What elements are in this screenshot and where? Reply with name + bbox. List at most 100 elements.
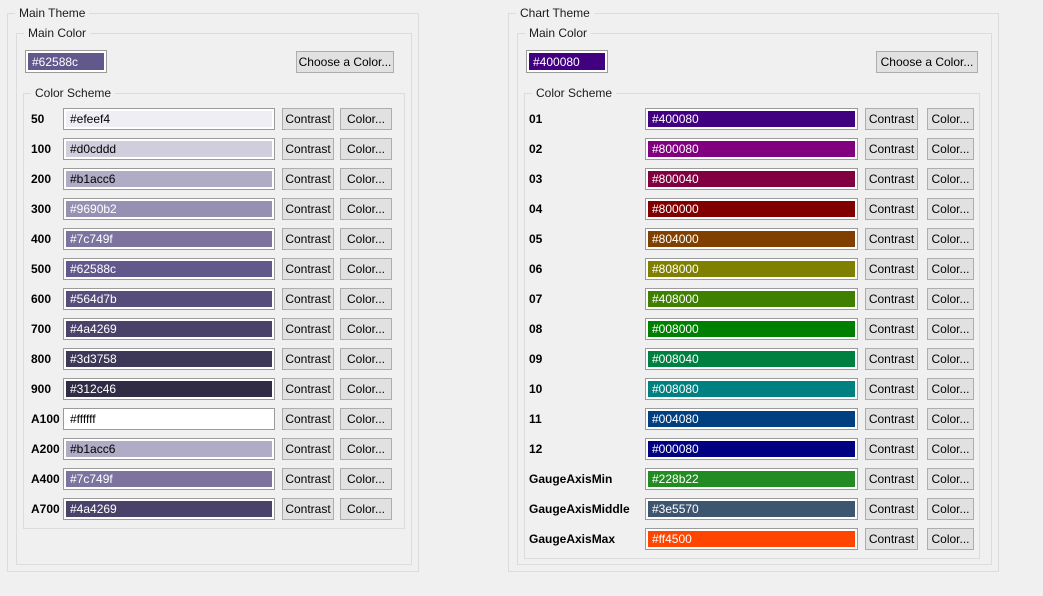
contrast-button[interactable]: Contrast	[865, 378, 918, 400]
color-button[interactable]: Color...	[340, 138, 392, 160]
color-button[interactable]: Color...	[340, 468, 392, 490]
color-button[interactable]: Color...	[927, 108, 974, 130]
color-button[interactable]: Color...	[340, 198, 392, 220]
color-button[interactable]: Color...	[340, 288, 392, 310]
color-button[interactable]: Color...	[927, 348, 974, 370]
contrast-button[interactable]: Contrast	[865, 228, 918, 250]
color-button[interactable]: Color...	[340, 258, 392, 280]
contrast-button[interactable]: Contrast	[282, 228, 334, 250]
contrast-button[interactable]: Contrast	[282, 378, 334, 400]
color-value-field[interactable]: #b1acc6	[63, 438, 275, 460]
color-value-field[interactable]: #400080	[645, 108, 858, 130]
color-value-field[interactable]: #800040	[645, 168, 858, 190]
color-button[interactable]: Color...	[927, 228, 974, 250]
color-button[interactable]: Color...	[340, 168, 392, 190]
contrast-button[interactable]: Contrast	[282, 438, 334, 460]
color-value-field[interactable]: #564d7b	[63, 288, 275, 310]
color-button[interactable]: Color...	[340, 498, 392, 520]
contrast-button[interactable]: Contrast	[282, 468, 334, 490]
main-color-swatch[interactable]: #400080	[526, 50, 608, 73]
color-button[interactable]: Color...	[340, 438, 392, 460]
contrast-button[interactable]: Contrast	[282, 198, 334, 220]
color-value-field[interactable]: #808000	[645, 258, 858, 280]
color-button[interactable]: Color...	[927, 198, 974, 220]
color-value-field[interactable]: #800080	[645, 138, 858, 160]
color-value-field[interactable]: #efeef4	[63, 108, 275, 130]
color-value-field[interactable]: #b1acc6	[63, 168, 275, 190]
scheme-row-label: 04	[529, 198, 645, 220]
color-button[interactable]: Color...	[927, 408, 974, 430]
contrast-button[interactable]: Contrast	[865, 528, 918, 550]
contrast-button[interactable]: Contrast	[865, 318, 918, 340]
contrast-button[interactable]: Contrast	[865, 108, 918, 130]
contrast-button[interactable]: Contrast	[282, 348, 334, 370]
color-button[interactable]: Color...	[927, 528, 974, 550]
contrast-button[interactable]: Contrast	[282, 498, 334, 520]
color-value-field[interactable]: #ff4500	[645, 528, 858, 550]
color-value-field[interactable]: #008040	[645, 348, 858, 370]
color-scheme-rows: 50#efeef4ContrastColor...100#d0cdddContr…	[24, 94, 404, 520]
color-button[interactable]: Color...	[927, 258, 974, 280]
color-button[interactable]: Color...	[340, 378, 392, 400]
color-value-field[interactable]: #008080	[645, 378, 858, 400]
color-button[interactable]: Color...	[340, 348, 392, 370]
contrast-button[interactable]: Contrast	[865, 468, 918, 490]
color-value-field[interactable]: #4a4269	[63, 318, 275, 340]
color-value-field[interactable]: #008000	[645, 318, 858, 340]
color-value-field[interactable]: #312c46	[63, 378, 275, 400]
color-value-field[interactable]: #800000	[645, 198, 858, 220]
color-button[interactable]: Color...	[927, 138, 974, 160]
contrast-button[interactable]: Contrast	[282, 138, 334, 160]
scheme-row-label: 50	[31, 108, 63, 130]
contrast-button[interactable]: Contrast	[282, 258, 334, 280]
color-button[interactable]: Color...	[927, 378, 974, 400]
color-value-field[interactable]: #4a4269	[63, 498, 275, 520]
color-button[interactable]: Color...	[340, 408, 392, 430]
color-value-field[interactable]: #000080	[645, 438, 858, 460]
contrast-button[interactable]: Contrast	[865, 258, 918, 280]
color-value-field[interactable]: #7c749f	[63, 468, 275, 490]
contrast-button[interactable]: Contrast	[282, 318, 334, 340]
color-value-field[interactable]: #3d3758	[63, 348, 275, 370]
scheme-row-label: 800	[31, 348, 63, 370]
color-button[interactable]: Color...	[340, 108, 392, 130]
color-button[interactable]: Color...	[927, 498, 974, 520]
color-value-field[interactable]: #7c749f	[63, 228, 275, 250]
color-value-field[interactable]: #228b22	[645, 468, 858, 490]
main-color-swatch[interactable]: #62588c	[25, 50, 107, 73]
contrast-button[interactable]: Contrast	[865, 348, 918, 370]
color-button[interactable]: Color...	[340, 318, 392, 340]
contrast-button[interactable]: Contrast	[865, 498, 918, 520]
color-value-field[interactable]: #9690b2	[63, 198, 275, 220]
color-button[interactable]: Color...	[340, 228, 392, 250]
color-value-field[interactable]: #3e5570	[645, 498, 858, 520]
contrast-button[interactable]: Contrast	[282, 408, 334, 430]
choose-color-button[interactable]: Choose a Color...	[296, 51, 394, 73]
contrast-button[interactable]: Contrast	[282, 288, 334, 310]
color-button[interactable]: Color...	[927, 438, 974, 460]
color-value-field[interactable]: #ffffff	[63, 408, 275, 430]
choose-color-button[interactable]: Choose a Color...	[876, 51, 978, 73]
color-value-field[interactable]: #004080	[645, 408, 858, 430]
contrast-button[interactable]: Contrast	[865, 168, 918, 190]
color-value-field[interactable]: #408000	[645, 288, 858, 310]
color-button[interactable]: Color...	[927, 288, 974, 310]
color-button[interactable]: Color...	[927, 468, 974, 490]
scheme-row-label: 200	[31, 168, 63, 190]
scheme-row: GaugeAxisMiddle#3e5570ContrastColor...	[525, 498, 979, 520]
color-value-fill: #b1acc6	[66, 171, 272, 187]
contrast-button[interactable]: Contrast	[282, 108, 334, 130]
contrast-button[interactable]: Contrast	[865, 438, 918, 460]
contrast-button[interactable]: Contrast	[865, 408, 918, 430]
contrast-button[interactable]: Contrast	[865, 288, 918, 310]
color-value-field[interactable]: #d0cddd	[63, 138, 275, 160]
color-value-field[interactable]: #62588c	[63, 258, 275, 280]
color-button[interactable]: Color...	[927, 168, 974, 190]
contrast-button[interactable]: Contrast	[282, 168, 334, 190]
color-button[interactable]: Color...	[927, 318, 974, 340]
scheme-row-label: A700	[31, 498, 63, 520]
main-color-swatch-fill: #62588c	[28, 53, 104, 70]
contrast-button[interactable]: Contrast	[865, 198, 918, 220]
contrast-button[interactable]: Contrast	[865, 138, 918, 160]
color-value-field[interactable]: #804000	[645, 228, 858, 250]
